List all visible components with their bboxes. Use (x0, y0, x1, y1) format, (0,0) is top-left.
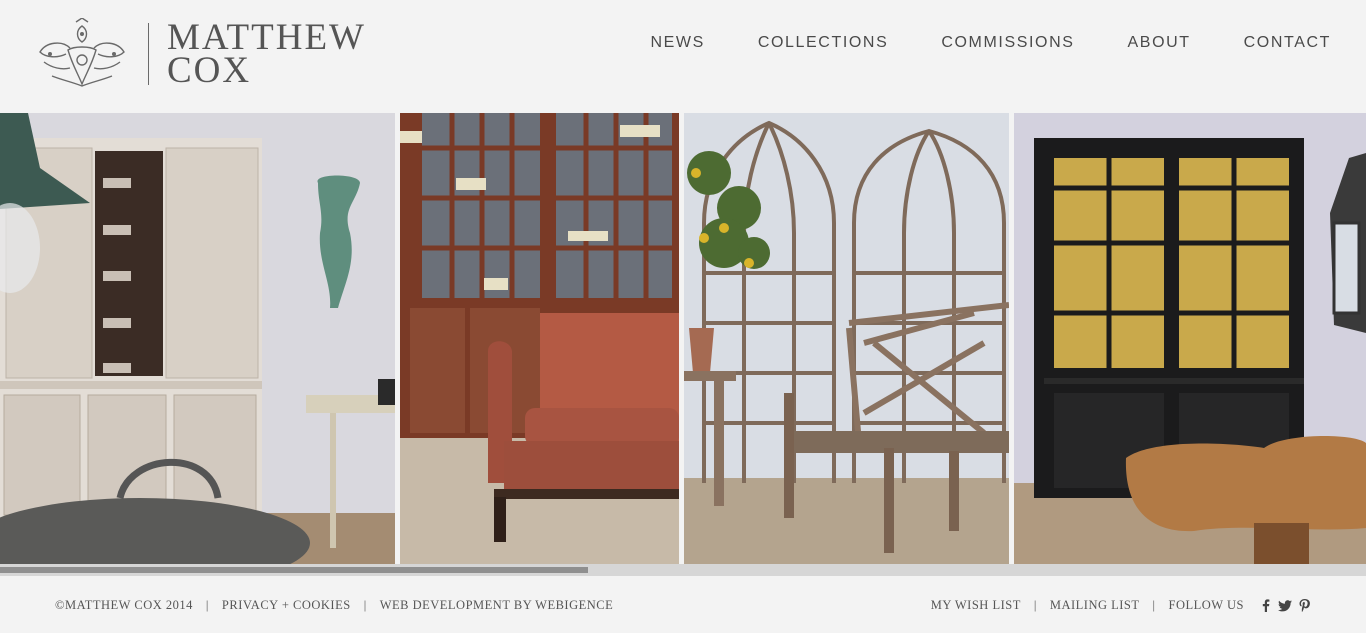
mailing-list-link[interactable]: MAILING LIST (1050, 598, 1140, 613)
gallery-scrollbar[interactable] (0, 564, 1366, 576)
nav-about[interactable]: ABOUT (1128, 34, 1191, 52)
site-footer: ©MATTHEW COX 2014 | PRIVACY + COOKIES | … (0, 576, 1366, 633)
nav-collections[interactable]: COLLECTIONS (758, 34, 889, 52)
follow-us-label: FOLLOW US (1168, 598, 1244, 612)
footer-left: ©MATTHEW COX 2014 | PRIVACY + COOKIES | … (55, 598, 613, 613)
site-header: MATTHEW COX NEWS COLLECTIONS COMMISSIONS… (0, 0, 1366, 113)
gallery-image-4[interactable] (1014, 113, 1366, 564)
separator: | (205, 598, 209, 612)
separator: | (363, 598, 367, 612)
pinterest-icon[interactable] (1297, 599, 1311, 613)
privacy-link[interactable]: PRIVACY + COOKIES (222, 598, 351, 613)
nav-news[interactable]: NEWS (650, 34, 704, 52)
nav-commissions[interactable]: COMMISSIONS (941, 34, 1074, 52)
facebook-icon[interactable] (1259, 599, 1273, 613)
footer-right: MY WISH LIST | MAILING LIST | FOLLOW US (931, 598, 1311, 613)
copyright-text: ©MATTHEW COX 2014 (55, 598, 193, 612)
wishlist-link[interactable]: MY WISH LIST (931, 598, 1021, 613)
webdev-link[interactable]: WEB DEVELOPMENT BY WEBIGENCE (380, 598, 614, 613)
main-nav: NEWS COLLECTIONS COMMISSIONS ABOUT CONTA… (597, 34, 1331, 52)
image-gallery (0, 113, 1366, 564)
nav-contact[interactable]: CONTACT (1244, 34, 1331, 52)
twitter-icon[interactable] (1278, 599, 1292, 613)
social-links (1254, 599, 1311, 613)
brand-line-2: COX (167, 50, 252, 91)
crest-icon (39, 18, 125, 87)
scrollbar-thumb[interactable] (0, 567, 588, 573)
logo-divider (148, 23, 149, 85)
separator: | (1152, 598, 1156, 612)
brand-name: MATTHEW COX (167, 19, 366, 91)
separator: | (1033, 598, 1037, 612)
logo[interactable]: MATTHEW COX (32, 18, 366, 90)
gallery-image-3[interactable] (684, 113, 1009, 564)
gallery-image-2[interactable] (400, 113, 679, 564)
gallery-image-1[interactable] (0, 113, 395, 564)
